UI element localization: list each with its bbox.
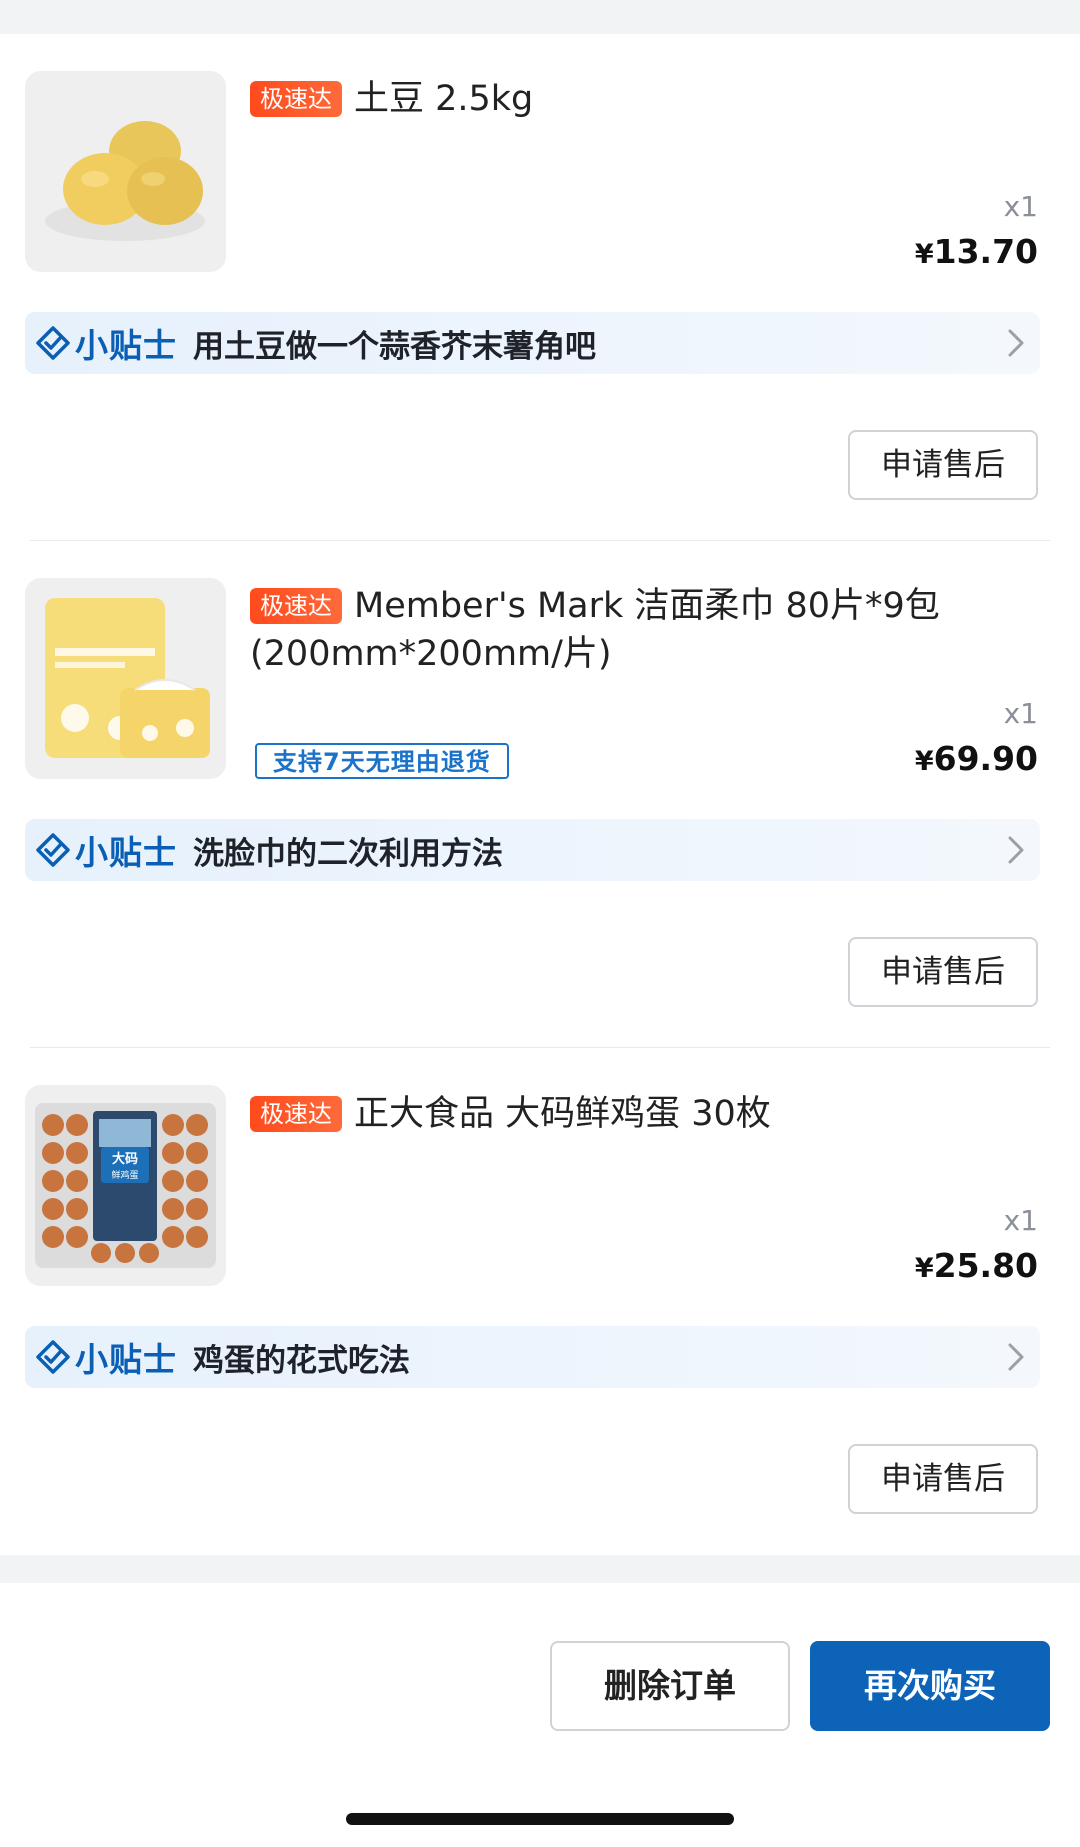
product-title[interactable]: 极速达 Member's Mark 洁面柔巾 80片*9包(200mm*200mm… — [250, 582, 950, 678]
top-spacer — [0, 0, 1080, 34]
quantity-label: x1 — [1003, 1204, 1038, 1237]
face-towel-package-image — [25, 578, 226, 779]
delete-order-button[interactable]: 删除订单 — [550, 1641, 790, 1731]
chevron-right-icon — [1008, 836, 1024, 864]
product-title[interactable]: 极速达 正大食品 大码鲜鸡蛋 30枚 — [250, 1090, 950, 1138]
tip-text: 洗脸巾的二次利用方法 — [193, 835, 503, 872]
tip-banner[interactable]: 小贴士 鸡蛋的花式吃法 — [25, 1326, 1040, 1388]
product-image[interactable] — [25, 71, 226, 272]
return-policy-badge: 支持7天无理由退货 — [255, 743, 509, 779]
home-indicator[interactable] — [346, 1813, 734, 1825]
product-image[interactable] — [25, 578, 226, 779]
egg-package-subtitle: 鲜鸡蛋 — [111, 1169, 138, 1181]
price-label: ¥13.70 — [914, 232, 1038, 271]
tip-brand: 小贴士 — [75, 326, 177, 365]
express-tag: 极速达 — [250, 81, 342, 117]
diamond-check-icon — [36, 326, 70, 360]
product-title[interactable]: 极速达 土豆 2.5kg — [250, 75, 950, 123]
tip-text: 鸡蛋的花式吃法 — [193, 1342, 410, 1379]
tip-brand: 小贴士 — [75, 1340, 177, 1379]
express-tag: 极速达 — [250, 588, 342, 624]
price-label: ¥69.90 — [914, 739, 1038, 778]
egg-tray-image: 大码 鲜鸡蛋 — [25, 1085, 226, 1286]
egg-package-title: 大码 — [112, 1151, 138, 1167]
after-sale-button[interactable]: 申请售后 — [848, 1444, 1038, 1514]
after-sale-button[interactable]: 申请售后 — [848, 430, 1038, 500]
quantity-label: x1 — [1003, 697, 1038, 730]
bottom-spacer — [0, 1555, 1080, 1583]
product-image[interactable]: 大码 鲜鸡蛋 — [25, 1085, 226, 1286]
tip-banner[interactable]: 小贴士 洗脸巾的二次利用方法 — [25, 819, 1040, 881]
item-divider — [30, 1047, 1050, 1048]
diamond-check-icon — [36, 833, 70, 867]
chevron-right-icon — [1008, 1343, 1024, 1371]
item-divider — [30, 540, 1050, 541]
product-name: 土豆 2.5kg — [354, 79, 534, 119]
product-name: Member's Mark 洁面柔巾 80片*9包(200mm*200mm/片) — [250, 586, 940, 674]
quantity-label: x1 — [1003, 190, 1038, 223]
tip-text: 用土豆做一个蒜香芥末薯角吧 — [193, 328, 596, 365]
potato-image — [25, 71, 226, 272]
express-tag: 极速达 — [250, 1096, 342, 1132]
chevron-right-icon — [1008, 329, 1024, 357]
tip-banner[interactable]: 小贴士 用土豆做一个蒜香芥末薯角吧 — [25, 312, 1040, 374]
diamond-check-icon — [36, 1340, 70, 1374]
after-sale-button[interactable]: 申请售后 — [848, 937, 1038, 1007]
buy-again-button[interactable]: 再次购买 — [810, 1641, 1050, 1731]
price-label: ¥25.80 — [914, 1246, 1038, 1285]
product-name: 正大食品 大码鲜鸡蛋 30枚 — [354, 1094, 771, 1134]
tip-brand: 小贴士 — [75, 833, 177, 872]
